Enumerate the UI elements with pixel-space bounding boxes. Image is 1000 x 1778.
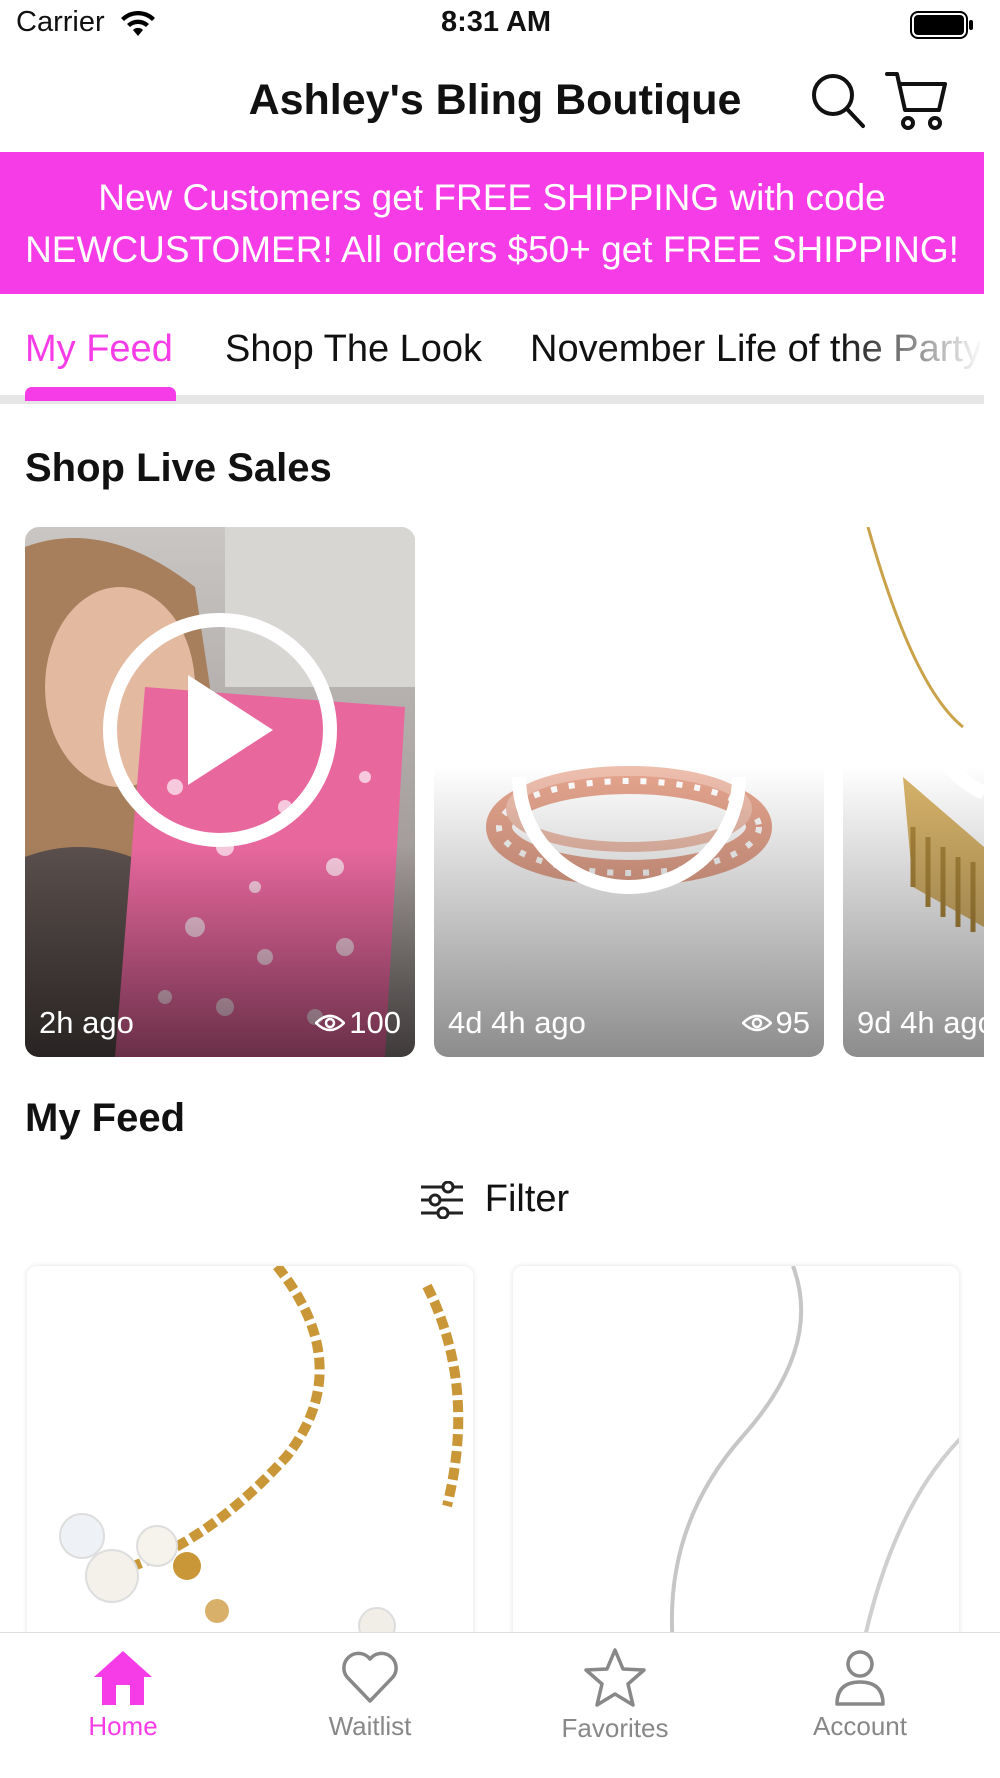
heart-icon [342,1651,398,1703]
tabs-fade [840,300,984,395]
star-icon [584,1648,646,1707]
bottom-tab-bar: Home Waitlist Favorites Account [0,1632,1000,1778]
promo-line-2: NEWCUSTOMER! All orders $50+ get FREE SH… [25,229,959,270]
live-sale-card[interactable]: 4d 4h ago 95 [434,527,824,1057]
active-tab-indicator [25,387,176,401]
tabbar-favorites[interactable]: Favorites [515,1647,715,1744]
promo-banner[interactable]: New Customers get FREE SHIPPING with cod… [0,152,984,294]
tabbar-account[interactable]: Account [760,1647,960,1742]
filter-sliders-icon [420,1180,463,1219]
person-icon [835,1650,885,1706]
filter-label: Filter [484,1178,570,1220]
product-image [27,1266,473,1646]
tabbar-account-label: Account [813,1711,907,1741]
live-sales-title: Shop Live Sales [25,446,332,490]
filter-button[interactable]: Filter [0,1178,990,1229]
status-bar: Carrier 8:31 AM [0,0,1000,52]
live-sale-thumbnail [25,527,415,1057]
tabbar-home[interactable]: Home [23,1647,223,1742]
tabbar-home-label: Home [88,1711,158,1741]
feed-product-card[interactable] [27,1266,473,1646]
live-sale-thumbnail [843,527,984,1057]
feed-product-card[interactable] [513,1266,959,1646]
live-sale-time: 9d 4h ago [857,1005,984,1040]
cart-icon[interactable] [885,70,949,132]
promo-line-1: New Customers get FREE SHIPPING with cod… [98,177,886,218]
live-sale-card[interactable]: 2h ago 100 [25,527,415,1057]
tabbar-waitlist[interactable]: Waitlist [270,1647,470,1742]
live-sale-thumbnail [434,527,824,1057]
eye-icon [741,1014,772,1032]
feed-title: My Feed [25,1096,186,1140]
live-sale-time: 2h ago [39,1005,134,1040]
tabbar-waitlist-label: Waitlist [328,1711,412,1741]
live-sale-card[interactable]: 9d 4h ago [843,527,984,1057]
battery-icon [910,11,973,39]
product-image [513,1266,959,1646]
live-sale-views: 100 [349,1005,401,1040]
tabbar-favorites-label: Favorites [561,1713,669,1743]
live-sale-time: 4d 4h ago [448,1005,586,1040]
home-icon [94,1651,152,1705]
tab-my-feed[interactable]: My Feed [25,328,173,371]
live-sale-views: 95 [775,1005,810,1040]
eye-icon [315,1014,346,1032]
clock: 8:31 AM [440,6,552,38]
search-icon[interactable] [810,72,866,130]
tab-shop-the-look[interactable]: Shop The Look [225,328,482,371]
